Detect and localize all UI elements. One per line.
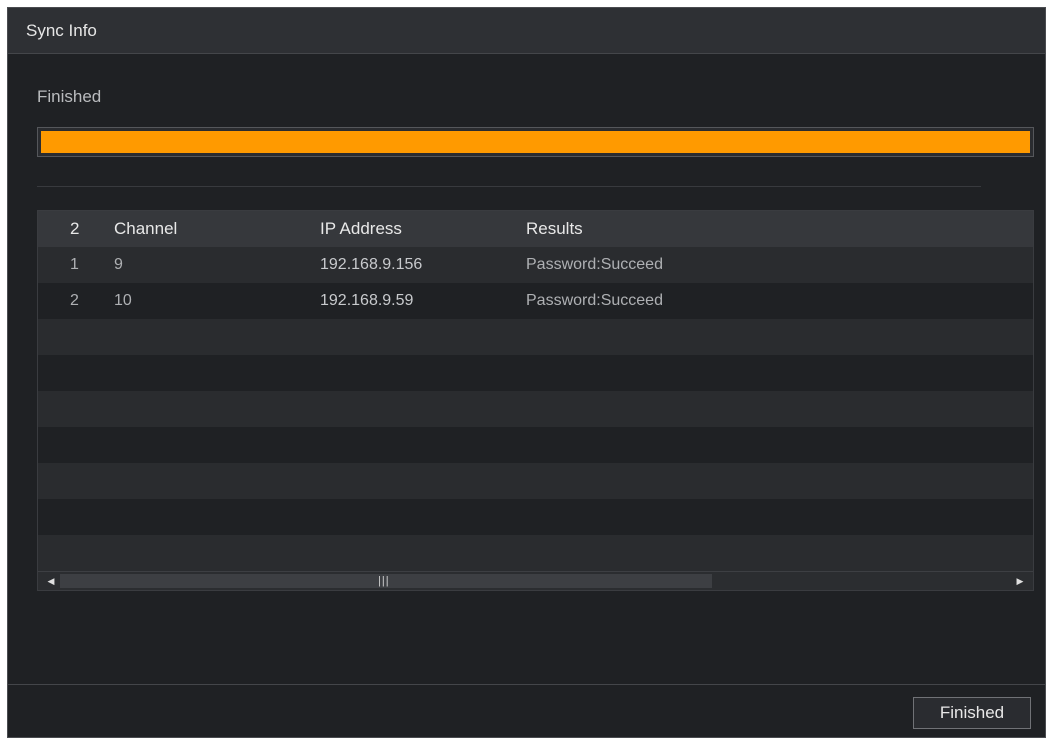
sync-progress-bar: [37, 127, 1034, 157]
header-ip-address[interactable]: IP Address: [320, 211, 402, 247]
row-channel: 9: [114, 256, 123, 273]
empty-table-row: [38, 427, 1033, 463]
sync-info-dialog: Sync Info Finished 2 Channel IP Address …: [7, 7, 1046, 738]
sync-status-text: Finished: [37, 87, 102, 106]
row-channel: 10: [114, 292, 132, 309]
progress-bar-fill: [41, 131, 1030, 153]
table-header: 2 Channel IP Address Results: [38, 211, 1033, 247]
table-row[interactable]: 2 10 192.168.9.59 Password:Succeed: [38, 283, 1033, 319]
row-result: Password:Succeed: [526, 292, 663, 309]
empty-table-row: [38, 499, 1033, 535]
row-ip-address: 192.168.9.59: [320, 292, 414, 309]
section-divider: [37, 186, 981, 187]
scrollbar-thumb[interactable]: |||: [60, 574, 712, 588]
empty-table-row: [38, 391, 1033, 427]
table-body: 1 9 192.168.9.156 Password:Succeed 2 10 …: [38, 247, 1033, 590]
dialog-title: Sync Info: [26, 21, 97, 40]
table-row[interactable]: 1 9 192.168.9.156 Password:Succeed: [38, 247, 1033, 283]
row-ip-address: 192.168.9.156: [320, 256, 423, 273]
header-count[interactable]: 2: [70, 211, 79, 247]
arrow-right-icon[interactable]: ▶: [1011, 572, 1029, 590]
grip-icon: |||: [378, 575, 390, 587]
dialog-footer: Finished: [8, 684, 1045, 737]
arrow-left-icon[interactable]: ◀: [42, 572, 60, 590]
dialog-titlebar: Sync Info: [8, 8, 1045, 54]
sync-results-table: 2 Channel IP Address Results 1 9 192.168…: [37, 210, 1034, 591]
row-index: 2: [70, 292, 79, 309]
empty-table-row: [38, 535, 1033, 571]
header-results[interactable]: Results: [526, 211, 583, 247]
empty-table-row: [38, 355, 1033, 391]
row-result: Password:Succeed: [526, 256, 663, 273]
horizontal-scrollbar[interactable]: ◀ ||| ▶: [38, 571, 1033, 590]
finished-button[interactable]: Finished: [913, 697, 1031, 729]
empty-table-row: [38, 463, 1033, 499]
empty-table-row: [38, 319, 1033, 355]
header-channel[interactable]: Channel: [114, 211, 177, 247]
row-index: 1: [70, 256, 79, 273]
